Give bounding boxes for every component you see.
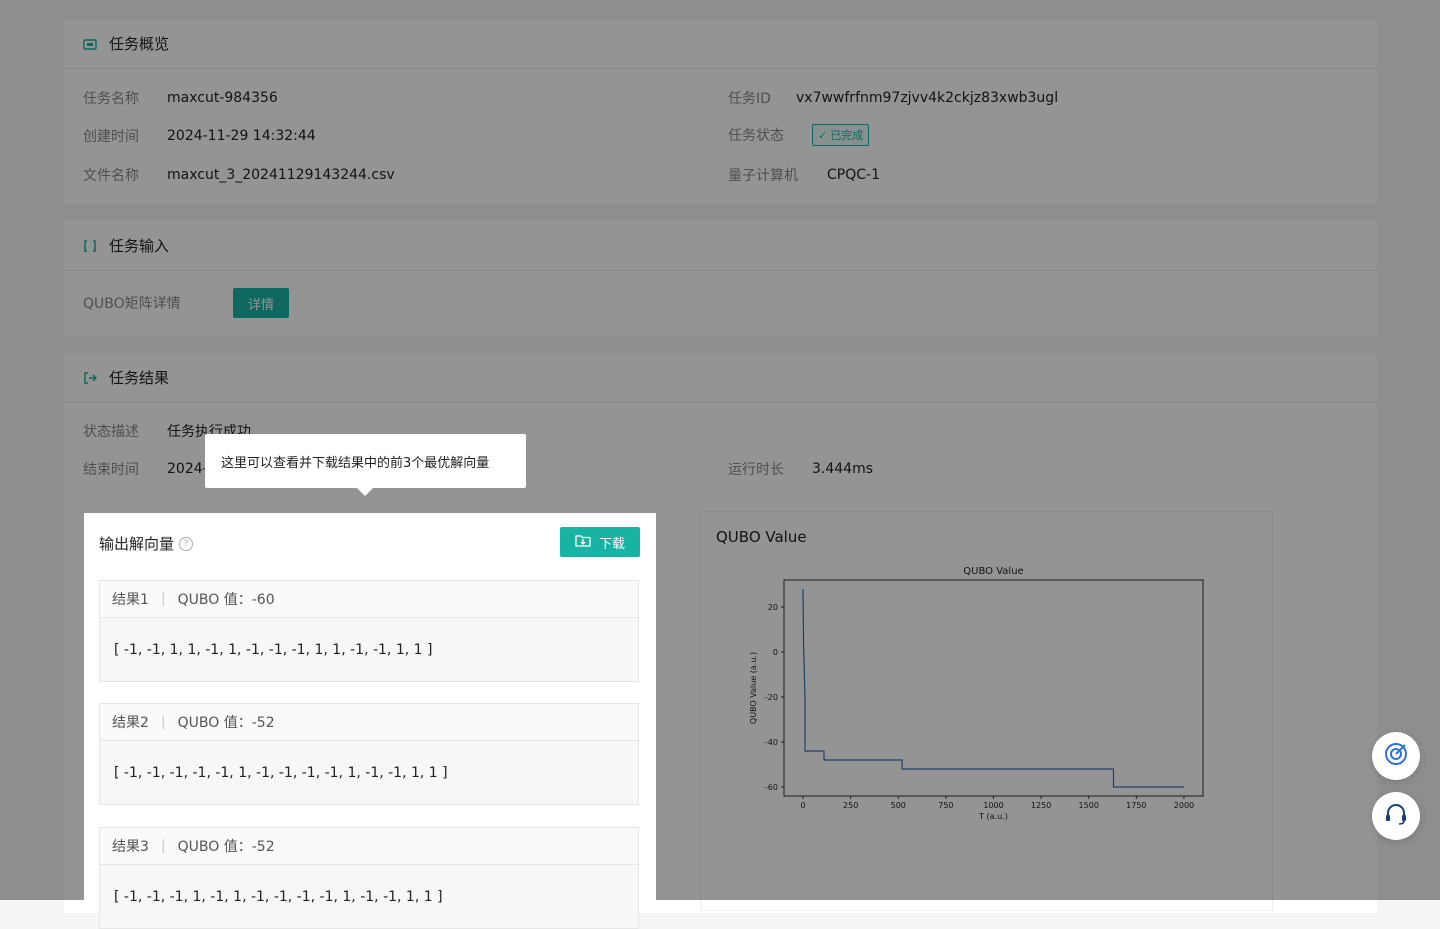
task-id-label: 任务ID	[728, 91, 771, 107]
solution-panel: 输出解向量 ? 下载 结果1 | QUBO 值：-60 [ -1, -1, 1,…	[84, 513, 656, 929]
result-item-qubo: QUBO 值：-52	[177, 839, 275, 855]
download-label: 下载	[598, 536, 625, 552]
status-text: 已完成	[830, 129, 864, 142]
runtime-label: 运行时长	[728, 462, 784, 478]
input-card: 任务输入	[64, 221, 1377, 337]
chart-panel-title: QUBO Value	[716, 528, 807, 546]
result-item-head: 结果2 | QUBO 值：-52	[100, 704, 638, 741]
target-icon	[1383, 741, 1409, 771]
x-tick-label: 0	[800, 801, 805, 810]
result-item-head: 结果3 | QUBO 值：-52	[100, 828, 638, 865]
runtime-row: 运行时长 3.444ms	[728, 459, 873, 479]
export-icon	[83, 371, 97, 384]
result-item-vector: [ -1, -1, 1, 1, -1, 1, -1, -1, -1, 1, 1,…	[100, 618, 638, 681]
end-time-row: 结束时间 2024-	[83, 459, 208, 479]
result-item-qubo: QUBO 值：-60	[177, 592, 275, 608]
input-header: 任务输入	[64, 221, 1377, 271]
plot-frame	[783, 579, 1204, 797]
y-axis-label: QUBO Value (a.u.)	[749, 652, 758, 724]
y-tick-label: -60	[765, 783, 778, 792]
y-tick-label: 20	[768, 603, 778, 612]
state-desc-label: 状态描述	[83, 424, 139, 440]
end-time-label: 结束时间	[83, 462, 139, 478]
runtime-value: 3.444ms	[812, 461, 874, 477]
brackets-icon	[83, 239, 97, 252]
x-tick-label: 250	[843, 801, 858, 810]
result-item-qubo: QUBO 值：-52	[177, 715, 275, 731]
separator: |	[160, 838, 166, 854]
result-title: 任务结果	[109, 369, 170, 387]
task-name-label: 任务名称	[83, 91, 139, 107]
folder-download-icon	[575, 534, 591, 551]
help-icon[interactable]: ?	[179, 536, 194, 551]
end-time-value: 2024-	[167, 461, 208, 477]
separator: |	[160, 591, 166, 607]
guide-tooltip: 这里可以查看并下载结果中的前3个最优解向量	[205, 434, 526, 496]
file-row: 文件名称 maxcut_3_20241129143244.csv	[83, 165, 395, 185]
qubo-row: QUBO矩阵详情	[83, 293, 181, 313]
result-item-label: 结果1	[112, 592, 149, 608]
y-tick-label: 0	[773, 648, 778, 657]
y-tick-label: -20	[765, 693, 778, 702]
x-tick-label: 2000	[1174, 801, 1194, 810]
result-item-vector: [ -1, -1, -1, -1, -1, 1, -1, -1, -1, -1,…	[100, 741, 638, 804]
created-label: 创建时间	[83, 129, 139, 145]
result-item-2: 结果2 | QUBO 值：-52 [ -1, -1, -1, -1, -1, 1…	[99, 703, 639, 805]
created-row: 创建时间 2024-11-29 14:32:44	[83, 126, 316, 146]
qubo-series-line	[802, 588, 1184, 788]
download-button[interactable]: 下载	[560, 527, 640, 557]
status-badge: ✓ 已完成	[812, 124, 870, 146]
qubo-chart: QUBO Value 0 250 500 750 1000 1250 1500 1750 2000…	[749, 566, 1204, 821]
overview-title: 任务概览	[109, 35, 170, 53]
separator: |	[160, 714, 166, 730]
result-item-label: 结果3	[112, 839, 149, 855]
support-float-button[interactable]	[1372, 792, 1420, 840]
result-header: 任务结果	[64, 353, 1377, 403]
target-float-button[interactable]	[1372, 732, 1420, 780]
headset-icon	[1383, 801, 1409, 831]
solution-title: 输出解向量	[99, 535, 175, 553]
x-tick-label: 500	[891, 801, 906, 810]
solution-title-row: 输出解向量 ?	[99, 533, 194, 554]
task-name-value: maxcut-984356	[167, 90, 278, 106]
detail-button[interactable]: 详情	[233, 288, 289, 318]
overview-header: 任务概览	[64, 19, 1377, 69]
computer-value: CPQC-1	[827, 167, 880, 183]
x-axis-label: T (a.u.)	[978, 812, 1008, 821]
check-icon: ✓	[818, 128, 828, 142]
input-title: 任务输入	[109, 237, 170, 255]
x-tick-label: 1000	[983, 801, 1003, 810]
result-item-vector: [ -1, -1, -1, 1, -1, 1, -1, -1, -1, -1, …	[100, 865, 638, 928]
created-value: 2024-11-29 14:32:44	[167, 128, 316, 144]
x-tick-label: 1750	[1126, 801, 1146, 810]
y-tick-label: -40	[765, 738, 778, 747]
task-name-row: 任务名称 maxcut-984356	[83, 88, 278, 108]
x-tick-label: 1250	[1031, 801, 1051, 810]
x-tick-label: 750	[938, 801, 953, 810]
file-value: maxcut_3_20241129143244.csv	[167, 167, 395, 183]
result-item-label: 结果2	[112, 715, 149, 731]
computer-label: 量子计算机	[728, 168, 798, 184]
result-item-1: 结果1 | QUBO 值：-60 [ -1, -1, 1, 1, -1, 1, …	[99, 580, 639, 682]
task-id-value: vx7wwfrfnm97zjvv4k2ckjz83xwb3ugl	[796, 90, 1059, 106]
task-detail-page: 任务概览 任务名称 maxcut-984356 任务ID vx7wwfrfnm9…	[0, 0, 1440, 929]
x-tick-label: 1500	[1079, 801, 1099, 810]
result-item-head: 结果1 | QUBO 值：-60	[100, 581, 638, 618]
result-item-3: 结果3 | QUBO 值：-52 [ -1, -1, -1, 1, -1, 1,…	[99, 827, 639, 929]
chart-title: QUBO Value	[963, 566, 1023, 577]
status-row: 任务状态 ✓ 已完成	[728, 124, 870, 146]
computer-row: 量子计算机 CPQC-1	[728, 165, 880, 185]
file-label: 文件名称	[83, 168, 139, 184]
qubo-label: QUBO矩阵详情	[83, 296, 181, 312]
chart-panel: QUBO Value QUBO Value 0 250 500 750 1000 1250 1…	[700, 511, 1273, 911]
status-label: 任务状态	[728, 128, 784, 144]
task-id-row: 任务ID vx7wwfrfnm97zjvv4k2ckjz83xwb3ugl	[728, 88, 1058, 108]
folder-icon	[83, 38, 97, 50]
